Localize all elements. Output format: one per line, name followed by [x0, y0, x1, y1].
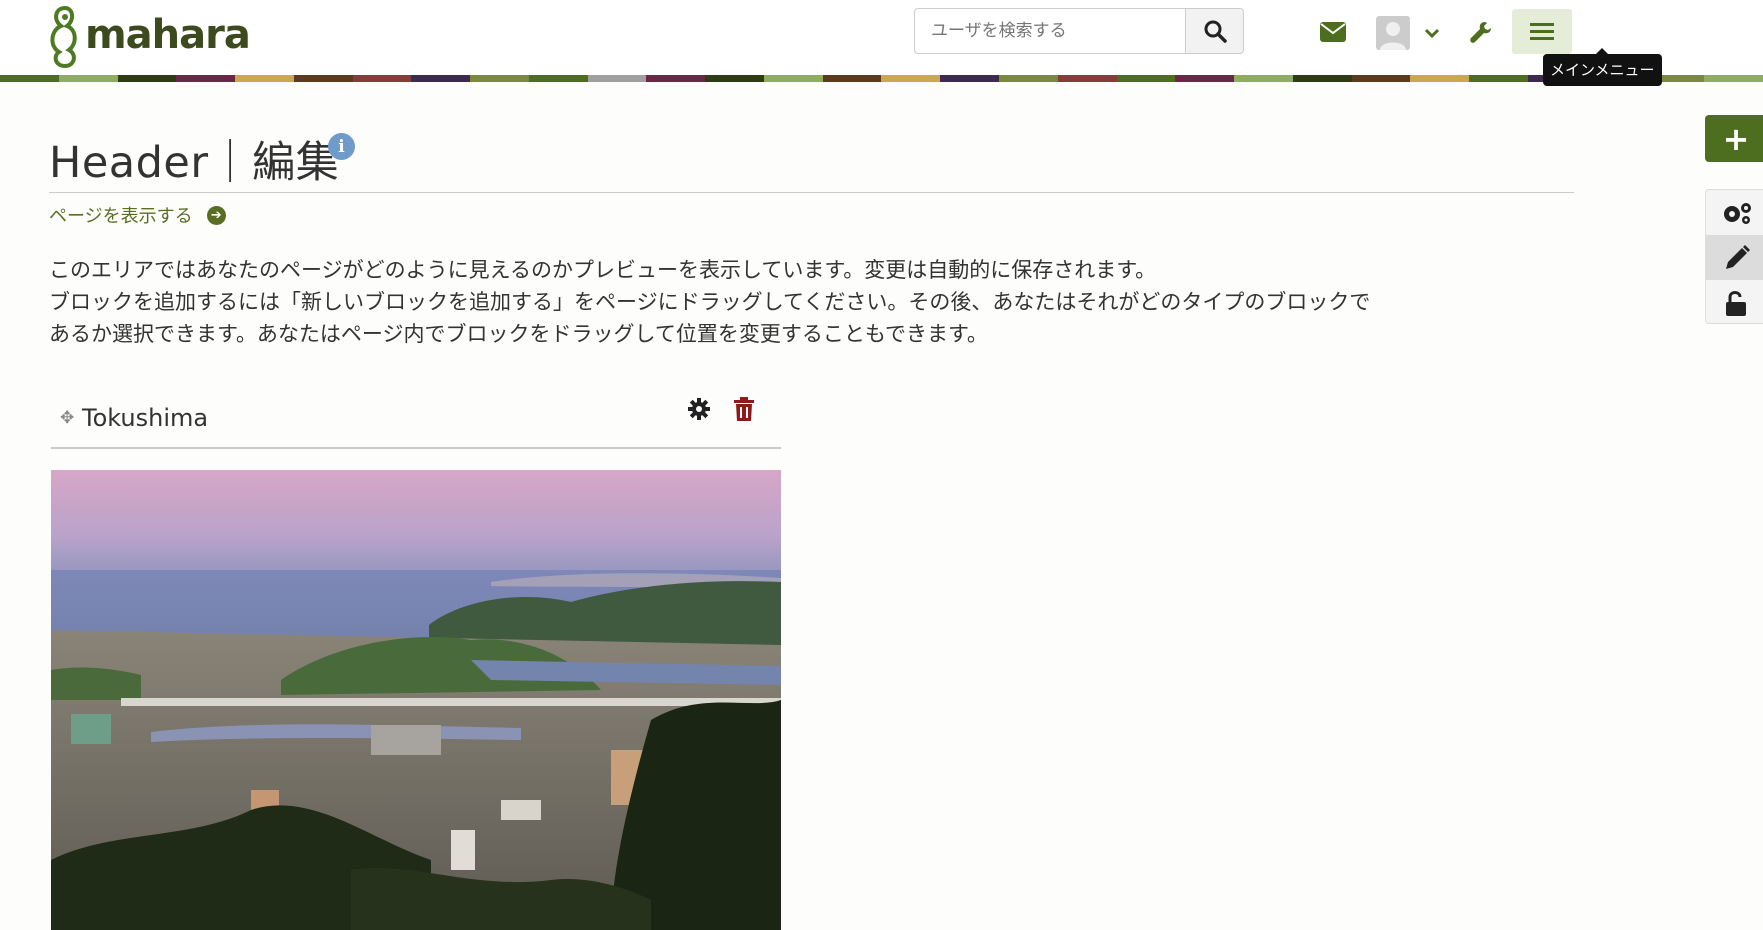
mahara-logo[interactable]: mahara	[47, 4, 251, 68]
cogs-icon	[1724, 202, 1751, 224]
top-navigation-bar: mahara	[0, 0, 1763, 75]
block-settings-button[interactable]	[685, 395, 713, 423]
view-page-link[interactable]: ページを表示する ➔	[49, 202, 226, 228]
logo-text: mahara	[85, 12, 251, 58]
trash-icon	[734, 397, 754, 421]
gear-icon	[688, 398, 710, 420]
add-block-button[interactable]: +	[1705, 115, 1763, 162]
user-menu-button[interactable]	[1373, 12, 1443, 54]
user-avatar-icon	[1376, 16, 1410, 50]
page-title: Header｜編集	[49, 138, 340, 188]
envelope-icon	[1320, 22, 1346, 42]
block-title: Tokushima	[82, 404, 209, 432]
administration-button[interactable]	[1461, 12, 1501, 52]
settings-tool[interactable]	[1706, 190, 1763, 235]
hamburger-menu-icon	[1530, 22, 1554, 40]
unlock-icon	[1726, 290, 1746, 316]
block-header[interactable]: ✥ Tokushima	[51, 390, 781, 449]
access-tool[interactable]	[1706, 280, 1763, 323]
user-search	[914, 8, 1244, 54]
main-menu-tooltip: メインメニュー	[1543, 48, 1662, 86]
block-image-landscape	[51, 470, 781, 930]
search-icon	[1204, 20, 1227, 43]
chevron-down-icon	[1424, 28, 1440, 39]
pencil-icon	[1726, 244, 1750, 269]
main-menu-button[interactable]	[1512, 9, 1572, 54]
description-line: あるか選択できます。あなたはページ内でブロックをドラッグして位置を変更することも…	[49, 322, 988, 346]
description-line: ブロックを追加するには「新しいブロックを追加する」をページにドラッグしてください…	[49, 290, 1371, 314]
user-search-input[interactable]	[914, 8, 1185, 54]
wrench-icon	[1470, 22, 1491, 43]
page-description: このエリアではあなたのページがどのように見えるのかプレビューを表示しています。変…	[49, 254, 1529, 350]
description-line: このエリアではあなたのページがどのように見えるのかプレビューを表示しています。変…	[49, 258, 1157, 282]
edit-tool[interactable]	[1706, 235, 1763, 280]
header-decorative-stripe	[0, 75, 1763, 82]
page-edit-toolbar	[1705, 189, 1763, 324]
move-icon[interactable]: ✥	[60, 408, 74, 428]
block-delete-button[interactable]	[730, 395, 758, 423]
mahara-logo-icon	[50, 5, 77, 68]
info-icon[interactable]: i	[328, 133, 355, 160]
arrow-right-circle-icon: ➔	[206, 205, 226, 225]
view-page-link-label: ページを表示する	[49, 206, 193, 227]
plus-icon: +	[1722, 119, 1750, 158]
inbox-button[interactable]	[1310, 12, 1356, 52]
search-button[interactable]	[1185, 8, 1244, 54]
title-divider	[49, 192, 1574, 193]
